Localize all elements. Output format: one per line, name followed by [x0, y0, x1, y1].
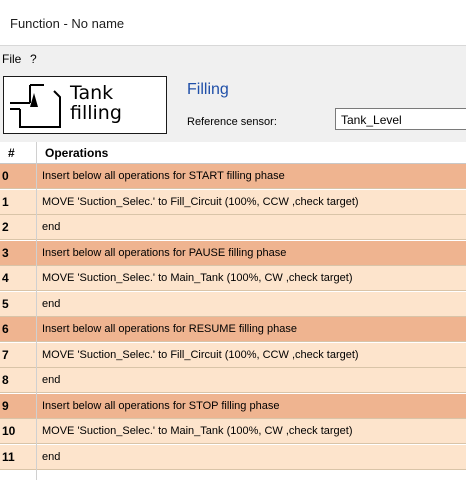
- operation-text: MOVE 'Suction_Selec.' to Main_Tank (100%…: [42, 272, 353, 284]
- operation-text: Insert below all operations for PAUSE fi…: [42, 246, 287, 259]
- operation-row[interactable]: 7 MOVE 'Suction_Selec.' to Fill_Circuit (…: [0, 342, 466, 368]
- menu-file[interactable]: File: [2, 52, 21, 66]
- row-number: 7: [2, 347, 9, 362]
- operation-row[interactable]: 10 MOVE 'Suction_Selec.' to Main_Tank (10…: [0, 419, 466, 444]
- operation-text: Insert below all operations for STOP fil…: [42, 399, 280, 412]
- row-number: 5: [2, 296, 9, 311]
- row-number: 1: [2, 194, 9, 209]
- reference-sensor-field[interactable]: Tank_Level: [335, 108, 466, 130]
- phase-header-row[interactable]: 9 Insert below all operations for STOP fi…: [0, 393, 466, 419]
- section-title: Filling: [187, 81, 229, 98]
- tank-filling-icon: [10, 84, 61, 128]
- operations-grid: # Operations 0 Insert below all operation…: [0, 142, 466, 480]
- title-bar[interactable]: Function - No name: [0, 0, 466, 46]
- phase-header-row[interactable]: 6 Insert below all operations for RESUME …: [0, 317, 466, 342]
- logo-caption: Tank filling: [70, 83, 122, 123]
- logo-line-2: filling: [70, 102, 122, 124]
- row-number: 11: [2, 449, 15, 464]
- operation-row[interactable]: 4 MOVE 'Suction_Selec.' to Main_Tank (100…: [0, 266, 466, 291]
- row-number: 9: [2, 398, 9, 413]
- operation-text: end: [42, 374, 61, 386]
- grid-header: # Operations: [0, 142, 466, 164]
- menu-bar: File ?: [0, 46, 466, 72]
- phase-header-row[interactable]: 0 Insert below all operations for START f…: [0, 164, 466, 189]
- column-header-number[interactable]: #: [8, 146, 15, 160]
- row-number: 2: [2, 220, 9, 234]
- operation-text: MOVE 'Suction_Selec.' to Fill_Circuit (1…: [42, 195, 359, 208]
- row-number: 4: [2, 271, 9, 285]
- operation-text: Insert below all operations for START fi…: [42, 170, 285, 182]
- column-header-operations[interactable]: Operations: [45, 146, 108, 160]
- operation-text: end: [42, 221, 61, 233]
- row-number: 10: [2, 424, 16, 438]
- tank-filling-logo: Tank filling: [3, 76, 167, 134]
- operation-row[interactable]: 1 MOVE 'Suction_Selec.' to Fill_Circuit (…: [0, 189, 466, 215]
- phase-header-row[interactable]: 3 Insert below all operations for PAUSE f…: [0, 240, 466, 266]
- function-header: Tank filling Filling Reference sensor: T…: [0, 72, 466, 142]
- operation-row[interactable]: 11 end: [0, 444, 466, 470]
- row-number: 3: [2, 245, 9, 260]
- operation-row[interactable]: 2 end: [0, 215, 466, 240]
- column-divider: [36, 142, 37, 480]
- operation-text: MOVE 'Suction_Selec.' to Fill_Circuit (1…: [42, 348, 359, 361]
- reference-sensor-label: Reference sensor:: [187, 116, 277, 128]
- menu-help[interactable]: ?: [30, 52, 37, 66]
- operation-row[interactable]: 8 end: [0, 368, 466, 393]
- operation-row[interactable]: 5 end: [0, 291, 466, 317]
- function-window: Function - No name File ? Tank filling F…: [0, 0, 466, 480]
- operation-text: MOVE 'Suction_Selec.' to Main_Tank (100%…: [42, 425, 353, 437]
- window-title: Function - No name: [10, 16, 125, 31]
- row-number: 8: [2, 373, 9, 387]
- row-number: 6: [2, 322, 9, 336]
- operation-text: end: [42, 297, 61, 310]
- operation-text: end: [42, 450, 61, 463]
- operation-text: Insert below all operations for RESUME f…: [42, 323, 297, 335]
- row-number: 0: [2, 169, 9, 183]
- logo-line-1: Tank: [70, 82, 114, 104]
